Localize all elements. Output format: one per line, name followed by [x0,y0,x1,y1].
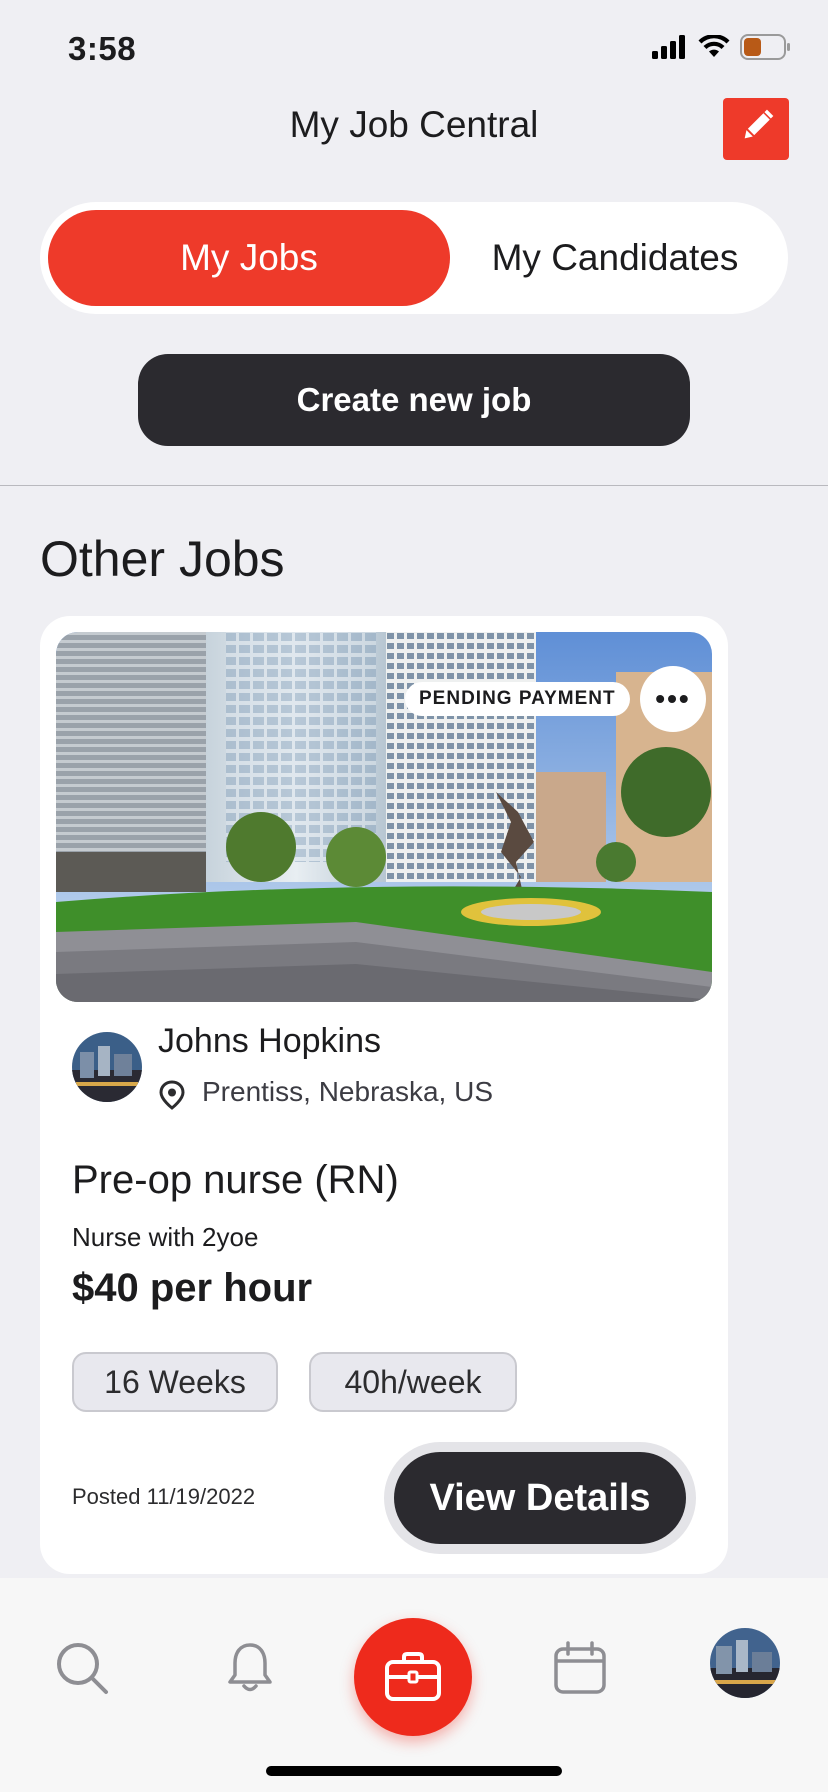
job-title: Pre-op nurse (RN) [72,1158,399,1202]
status-time: 3:58 [68,30,137,67]
view-details-button[interactable]: View Details [394,1452,686,1544]
page-title: My Job Central [289,104,539,145]
bell-icon [228,1643,272,1692]
battery-icon [740,34,790,60]
briefcase-icon [385,1652,441,1701]
location-pin-icon [159,1080,185,1110]
bottom-tab-bar [0,1578,828,1792]
calendar-icon [554,1641,606,1694]
more-options-button[interactable]: ••• [640,666,706,732]
tab-jobs[interactable] [354,1618,472,1736]
hours-tag: 40h/week [309,1352,517,1412]
tab-profile-avatar[interactable] [710,1628,780,1698]
wifi-icon [698,35,730,57]
job-cover-image: PENDING PAYMENT ••• [56,632,712,1002]
tab-search[interactable] [50,1636,114,1700]
section-divider [0,485,828,486]
company-avatar [72,1032,142,1102]
home-indicator [266,1766,562,1776]
compose-icon [744,109,774,160]
tab-calendar[interactable] [550,1636,610,1700]
compose-button[interactable] [723,98,789,160]
cellular-signal-icon [652,35,685,59]
create-job-button[interactable]: Create new job [138,354,690,446]
status-icons [652,34,792,60]
search-icon [57,1643,108,1694]
job-pay: $40 per hour [72,1266,313,1310]
job-location: Prentiss, Nebraska, US [202,1076,493,1107]
section-title: Other Jobs [40,531,285,587]
company-name: Johns Hopkins [158,1022,382,1060]
profile-avatar [710,1628,780,1698]
posted-date: Posted 11/19/2022 [72,1484,256,1509]
job-card[interactable]: PENDING PAYMENT ••• Johns Hopkins Prenti… [40,616,728,1574]
tab-my-jobs[interactable]: My Jobs [48,210,450,306]
tab-my-candidates[interactable]: My Candidates [450,210,780,306]
jobs-segmented-control: My Jobs My Candidates [40,202,788,314]
duration-tag: 16 Weeks [72,1352,278,1412]
status-badge: PENDING PAYMENT [405,682,630,716]
job-description: Nurse with 2yoe [72,1222,259,1252]
status-bar: 3:58 [0,0,828,100]
tab-notifications[interactable] [220,1636,280,1700]
